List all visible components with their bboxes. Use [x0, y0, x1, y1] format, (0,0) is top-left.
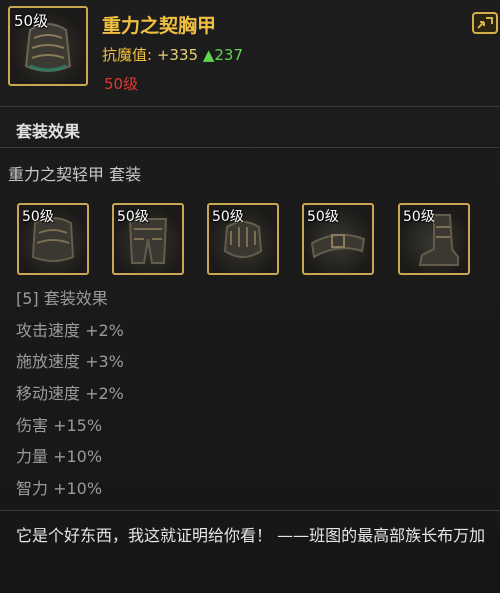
gauntlet-icon[interactable]: 50级: [207, 203, 279, 275]
divider: [0, 147, 500, 148]
magic-resistance-stat: 抗魔值: +335 ▲237: [102, 44, 243, 65]
set-pieces-row: 50级 50级 50级 50级 50级: [0, 203, 500, 277]
required-level: 50级: [104, 75, 139, 93]
stat-value: +335: [156, 46, 199, 64]
expand-icon[interactable]: [472, 12, 498, 34]
leg-armor-icon[interactable]: 50级: [112, 203, 184, 275]
set-effect-line: 攻击速度 +2%: [16, 320, 124, 340]
item-tooltip: 50级 重力之契胸甲 抗魔值: +335 ▲237 50级 套装效果 重力之契轻…: [0, 0, 500, 593]
piece-level-badge: 50级: [117, 209, 149, 225]
piece-level-badge: 50级: [22, 209, 54, 225]
set-name: 重力之契轻甲 套装: [8, 165, 142, 184]
piece-level-badge: 50级: [307, 209, 339, 225]
divider: [0, 106, 500, 107]
set-effect-line: 力量 +10%: [16, 447, 103, 467]
stat-bonus: ▲237: [202, 46, 243, 64]
flavor-text: 它是个好东西，我这就证明给你看！ ——班图的最高部族长布万加: [16, 526, 486, 545]
item-level-badge: 50级: [14, 12, 49, 30]
set-effect-line: 施放速度 +3%: [16, 352, 124, 372]
chest-armor-icon[interactable]: 50级: [8, 6, 88, 86]
piece-level-badge: 50级: [403, 209, 435, 225]
chest-armor-icon[interactable]: 50级: [17, 203, 89, 275]
stat-label: 抗魔值:: [102, 46, 153, 64]
divider: [0, 510, 500, 511]
set-section-title: 套装效果: [16, 122, 81, 141]
set-effect-line: 智力 +10%: [16, 479, 103, 499]
set-effect-line: [5] 套装效果: [16, 289, 108, 308]
expand-arrow-art: [477, 17, 493, 29]
set-effect-line: 移动速度 +2%: [16, 384, 124, 404]
belt-icon[interactable]: 50级: [302, 203, 374, 275]
piece-level-badge: 50级: [212, 209, 244, 225]
set-effects-list: [5] 套装效果 攻击速度 +2% 施放速度 +3% 移动速度 +2% 伤害 +…: [16, 283, 124, 505]
set-effect-line: 伤害 +15%: [16, 415, 103, 435]
item-name: 重力之契胸甲: [102, 15, 217, 37]
boots-icon[interactable]: 50级: [398, 203, 470, 275]
